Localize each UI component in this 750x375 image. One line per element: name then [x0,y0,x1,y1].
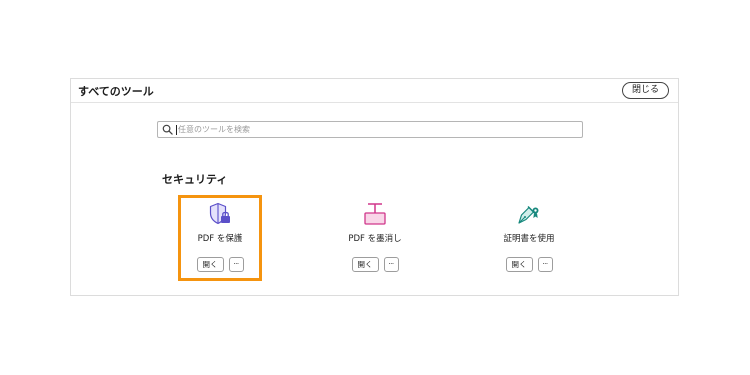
open-button[interactable]: 開く [505,257,533,272]
tool-card-redact-pdf[interactable]: PDF を墨消し 開く ··· [333,195,417,281]
section-title-security: セキュリティ [162,173,228,186]
search-box[interactable] [157,121,583,138]
search-input[interactable] [178,123,558,136]
tool-label: PDF を墨消し [348,234,402,244]
more-options-button[interactable]: ··· [537,257,553,272]
text-caret [176,125,177,135]
panel-title: すべてのツール [78,85,154,98]
shield-lock-icon [209,202,230,225]
tool-card-use-certificate[interactable]: 証明書を使用 開く ··· [487,195,571,281]
more-options-button[interactable]: ··· [228,257,244,272]
all-tools-panel: すべてのツール 閉じる セキュリティ PDF を保護 開く ··· [70,78,679,296]
tool-label: PDF を保護 [197,234,243,244]
tool-actions: 開く ··· [333,257,417,272]
certificate-pen-icon [518,206,539,224]
open-button[interactable]: 開く [351,257,379,272]
more-options-button[interactable]: ··· [383,257,399,272]
tool-card-protect-pdf[interactable]: PDF を保護 開く ··· [178,195,262,281]
tool-actions: 開く ··· [487,257,571,272]
redact-icon [364,203,386,225]
close-button[interactable]: 閉じる [621,82,669,99]
search-icon [162,124,173,135]
tool-actions: 開く ··· [181,257,259,272]
open-button[interactable]: 開く [196,257,224,272]
tool-label: 証明書を使用 [503,234,555,244]
panel-header: すべてのツール 閉じる [71,79,678,103]
